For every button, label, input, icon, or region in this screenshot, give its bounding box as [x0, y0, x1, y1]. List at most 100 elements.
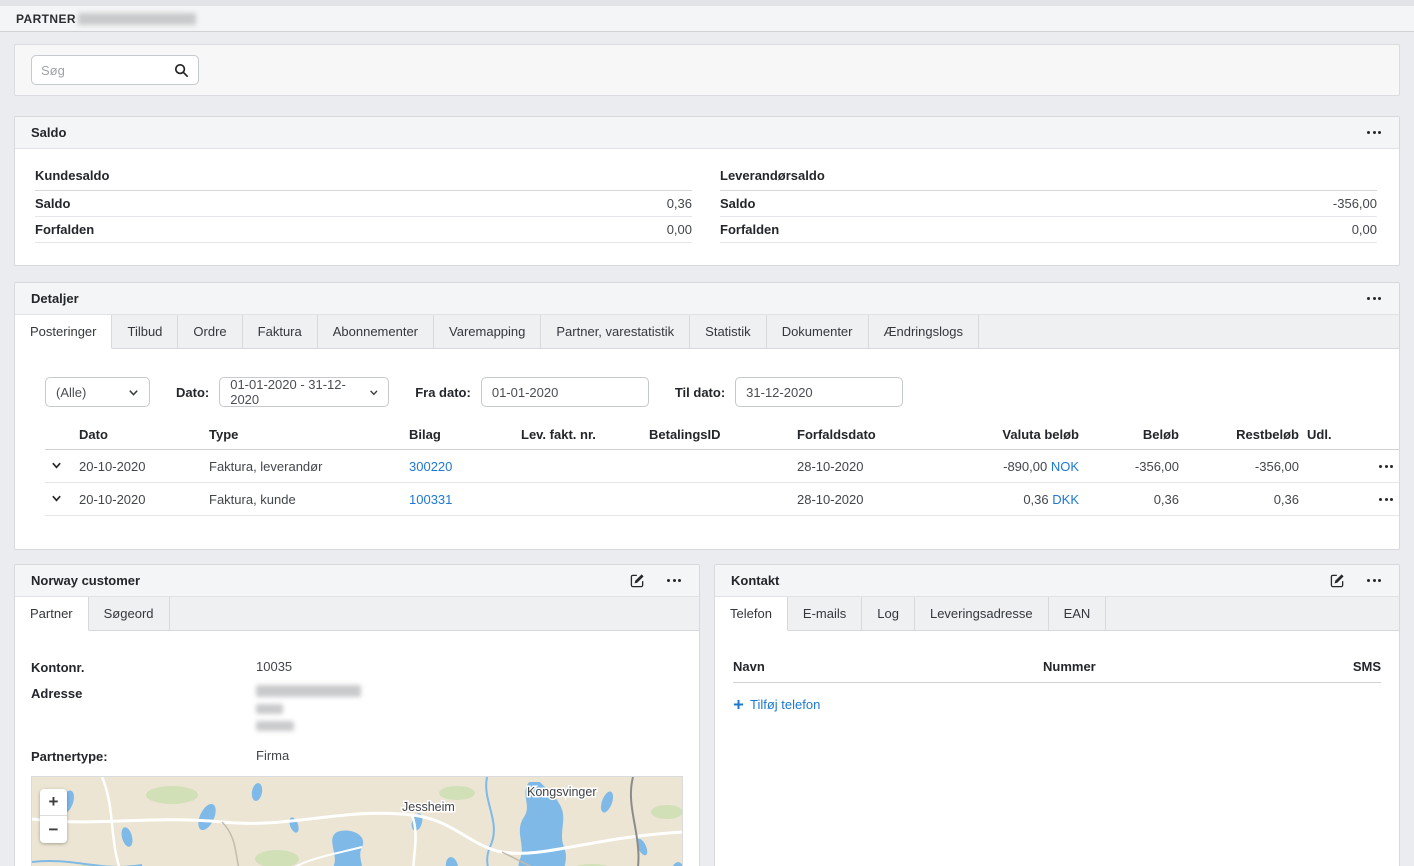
field-label: Kontonr. [31, 659, 256, 675]
add-phone-button[interactable]: Tilføj telefon [733, 697, 820, 712]
col-lev-fakt-nr: Lev. fakt. nr. [517, 421, 645, 450]
tab-log[interactable]: Log [862, 597, 915, 630]
expand-row-chevron-icon[interactable] [49, 458, 64, 473]
currency-link[interactable]: DKK [1052, 492, 1079, 507]
tab-posteringer[interactable]: Posteringer [15, 315, 112, 349]
tab-tilbud[interactable]: Tilbud [112, 315, 178, 348]
map-zoom-out-button[interactable]: − [40, 816, 67, 843]
saldo-menu-ellipsis-icon[interactable] [1363, 127, 1384, 138]
redacted-partner-name [78, 13, 196, 25]
search-input[interactable] [41, 63, 174, 78]
details-tabs: Posteringer Tilbud Ordre Faktura Abonnem… [15, 315, 1399, 349]
redacted-address-line [256, 685, 361, 697]
field-kontonr: Kontonr. 10035 [31, 659, 683, 675]
row-label: Forfalden [720, 222, 779, 237]
contact-body: Navn Nummer SMS Tilføj telefon [715, 659, 1399, 713]
saldo-card-header: Saldo [15, 117, 1399, 149]
cell-forfaldsdato: 28-10-2020 [793, 450, 963, 483]
saldo-row: Saldo -356,00 [720, 191, 1377, 217]
tab-soegeord[interactable]: Søgeord [89, 597, 170, 630]
postings-header-row: Dato Type Bilag Lev. fakt. nr. Betalings… [45, 421, 1399, 450]
from-date-input[interactable] [492, 385, 638, 400]
add-phone-label: Tilføj telefon [750, 697, 820, 712]
bilag-link[interactable]: 100331 [409, 492, 452, 507]
tab-emails[interactable]: E-mails [788, 597, 862, 630]
expand-row-chevron-icon[interactable] [49, 491, 64, 506]
partner-menu-ellipsis-icon[interactable] [663, 575, 684, 586]
type-filter-value: (Alle) [56, 385, 86, 400]
row-value: 0,00 [1352, 222, 1377, 237]
tab-dokumenter[interactable]: Dokumenter [767, 315, 869, 348]
cell-restbelob: 0,36 [1183, 483, 1303, 516]
to-date-input[interactable] [746, 385, 892, 400]
col-bilag: Bilag [405, 421, 517, 450]
map[interactable]: Jessheim Kongsvinger + − [31, 776, 683, 866]
cell-lev-fakt-nr [517, 483, 645, 516]
col-forfaldsdato: Forfaldsdato [793, 421, 963, 450]
bilag-link[interactable]: 300220 [409, 459, 452, 474]
col-dato: Dato [75, 421, 205, 450]
partner-tabs: Partner Søgeord [15, 597, 699, 631]
map-zoom-in-button[interactable]: + [40, 789, 67, 816]
type-filter-select[interactable]: (Alle) [45, 377, 150, 407]
posting-row[interactable]: 20-10-2020 Faktura, leverandør 300220 28… [45, 450, 1399, 483]
row-label: Saldo [35, 196, 70, 211]
field-partnertype: Partnertype: Firma [31, 748, 683, 764]
cell-betalingsid [645, 450, 793, 483]
from-date-field[interactable] [481, 377, 649, 407]
cell-belob: 0,36 [1083, 483, 1183, 516]
tab-faktura[interactable]: Faktura [243, 315, 318, 348]
tab-leveringsadresse[interactable]: Leveringsadresse [915, 597, 1049, 630]
tab-telefon[interactable]: Telefon [715, 597, 788, 631]
col-betalingsid: BetalingsID [645, 421, 793, 450]
tab-varemapping[interactable]: Varemapping [434, 315, 541, 348]
customer-balance-column: Kundesaldo Saldo 0,36 Forfalden 0,00 [35, 165, 692, 243]
row-value: 0,00 [667, 222, 692, 237]
postings-filter-row: (Alle) Dato: 01-01-2020 - 31-12-2020 Fra… [45, 377, 1383, 407]
col-belob: Beløb [1083, 421, 1183, 450]
row-menu-ellipsis-icon[interactable] [1349, 494, 1395, 505]
search-box[interactable] [31, 55, 199, 85]
saldo-row: Forfalden 0,00 [35, 217, 692, 243]
date-range-select[interactable]: 01-01-2020 - 31-12-2020 [219, 377, 389, 407]
saldo-row: Forfalden 0,00 [720, 217, 1377, 243]
tab-partner-varestatistik[interactable]: Partner, varestatistik [541, 315, 690, 348]
saldo-row: Saldo 0,36 [35, 191, 692, 217]
phone-table: Navn Nummer SMS [733, 659, 1381, 683]
posting-row[interactable]: 20-10-2020 Faktura, kunde 100331 28-10-2… [45, 483, 1399, 516]
row-label: Saldo [720, 196, 755, 211]
details-card-header: Detaljer [15, 283, 1399, 315]
cell-type: Faktura, kunde [205, 483, 405, 516]
field-label: Partnertype: [31, 748, 256, 764]
redacted-address-line [256, 704, 283, 714]
redacted-address [256, 685, 361, 738]
edit-icon[interactable] [630, 573, 645, 588]
partner-card: Norway customer Partner Søgeord [14, 564, 700, 866]
col-restbelob: Restbeløb [1183, 421, 1303, 450]
tab-abonnementer[interactable]: Abonnementer [318, 315, 434, 348]
contact-card-header: Kontakt [715, 565, 1399, 597]
cell-lev-fakt-nr [517, 450, 645, 483]
phone-table-header: Navn Nummer SMS [733, 659, 1381, 683]
map-label-jessheim: Jessheim [402, 800, 455, 814]
partner-body: Kontonr. 10035 Adresse Partnertype: F [15, 631, 699, 866]
tab-ordre[interactable]: Ordre [178, 315, 242, 348]
from-date-label: Fra dato: [415, 385, 471, 400]
cell-valuta-belob: 0,36 [1023, 492, 1048, 507]
details-body: (Alle) Dato: 01-01-2020 - 31-12-2020 Fra… [15, 349, 1399, 549]
tab-partner[interactable]: Partner [15, 597, 89, 631]
row-menu-ellipsis-icon[interactable] [1349, 461, 1395, 472]
search-icon[interactable] [174, 63, 189, 78]
redacted-address-line [256, 721, 294, 731]
contact-menu-ellipsis-icon[interactable] [1363, 575, 1384, 586]
row-value: 0,36 [667, 196, 692, 211]
edit-icon[interactable] [1330, 573, 1345, 588]
cell-valuta-belob: -890,00 [1003, 459, 1047, 474]
details-menu-ellipsis-icon[interactable] [1363, 293, 1384, 304]
currency-link[interactable]: NOK [1051, 459, 1079, 474]
to-date-field[interactable] [735, 377, 903, 407]
tab-aendringslogs[interactable]: Ændringslogs [869, 315, 980, 348]
cell-restbelob: -356,00 [1183, 450, 1303, 483]
tab-ean[interactable]: EAN [1049, 597, 1107, 630]
tab-statistik[interactable]: Statistik [690, 315, 767, 348]
